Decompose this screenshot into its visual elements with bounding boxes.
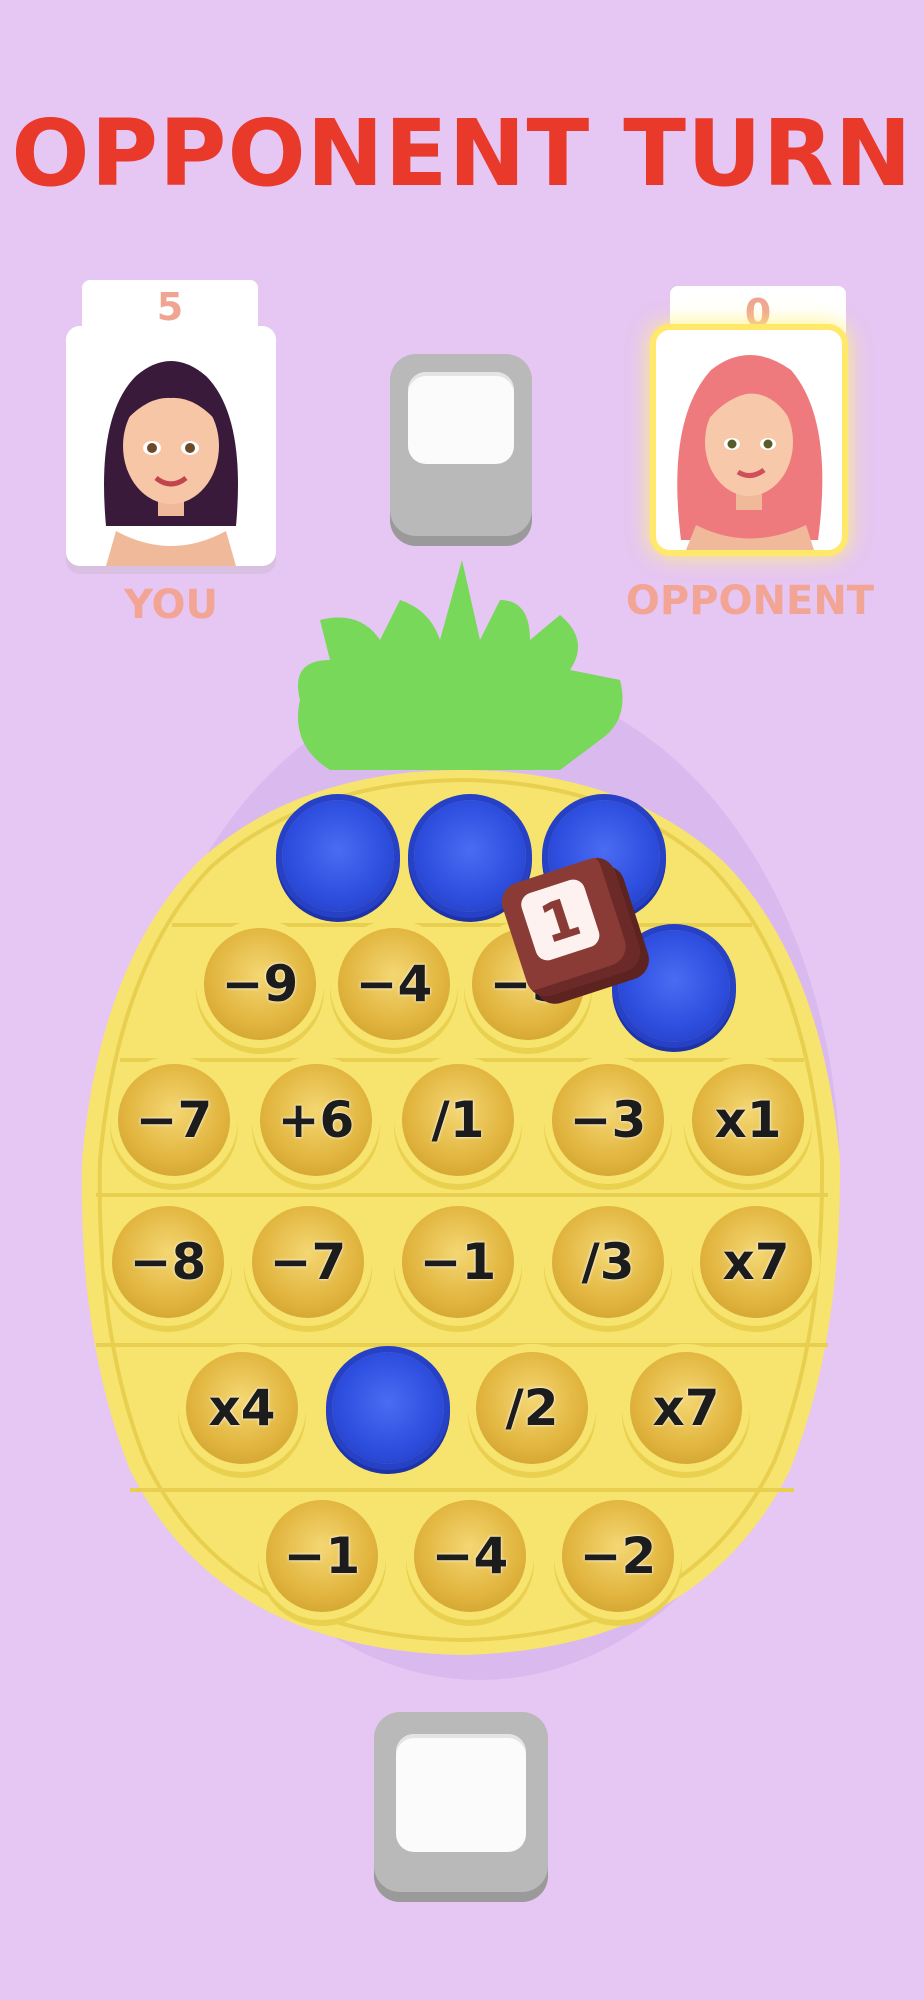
bottom-cup[interactable] <box>374 1712 548 1902</box>
pop-r4-c3[interactable]: −1 <box>402 1206 514 1318</box>
pop-label: −8 <box>129 1233 207 1291</box>
pop-r3-c5[interactable]: x1 <box>692 1064 804 1176</box>
pop-label: x7 <box>652 1379 720 1437</box>
pop-r3-c4[interactable]: −3 <box>552 1064 664 1176</box>
pop-r6-c2[interactable]: −4 <box>414 1500 526 1612</box>
pop-label: /1 <box>431 1091 485 1149</box>
pop-label: −4 <box>431 1527 509 1585</box>
pop-label: −2 <box>579 1527 657 1585</box>
pop-r6-c3[interactable]: −2 <box>562 1500 674 1612</box>
pop-label: −3 <box>569 1091 647 1149</box>
dice-face: 1 <box>518 876 603 964</box>
pop-r5-c4[interactable]: x7 <box>630 1352 742 1464</box>
pop-r2-c1[interactable]: −9 <box>204 928 316 1040</box>
pop-r5-c2[interactable] <box>332 1352 444 1464</box>
pop-label: −4 <box>355 955 433 1013</box>
pop-r4-c5[interactable]: x7 <box>700 1206 812 1318</box>
pop-r4-c2[interactable]: −7 <box>252 1206 364 1318</box>
pop-label: −7 <box>269 1233 347 1291</box>
pop-r1-c1[interactable] <box>282 800 394 912</box>
pop-label: /3 <box>581 1233 635 1291</box>
pop-r5-c1[interactable]: x4 <box>186 1352 298 1464</box>
pineapple-leaves <box>298 560 623 770</box>
pop-label: −1 <box>419 1233 497 1291</box>
pop-r3-c1[interactable]: −7 <box>118 1064 230 1176</box>
pop-label: /2 <box>505 1379 559 1437</box>
pop-r6-c1[interactable]: −1 <box>266 1500 378 1612</box>
pop-label: x4 <box>208 1379 276 1437</box>
pineapple-board <box>81 560 841 1680</box>
pop-label: −1 <box>283 1527 361 1585</box>
pop-label: −7 <box>135 1091 213 1149</box>
pop-label: −9 <box>221 955 299 1013</box>
pop-label: x7 <box>722 1233 790 1291</box>
pop-r3-c3[interactable]: /1 <box>402 1064 514 1176</box>
pop-r4-c4[interactable]: /3 <box>552 1206 664 1318</box>
bottom-cup-opening <box>396 1734 526 1852</box>
pop-r2-c2[interactable]: −4 <box>338 928 450 1040</box>
pop-label: +6 <box>277 1091 355 1149</box>
pop-label: x1 <box>714 1091 782 1149</box>
pop-r5-c3[interactable]: /2 <box>476 1352 588 1464</box>
pop-r4-c1[interactable]: −8 <box>112 1206 224 1318</box>
pop-r3-c2[interactable]: +6 <box>260 1064 372 1176</box>
